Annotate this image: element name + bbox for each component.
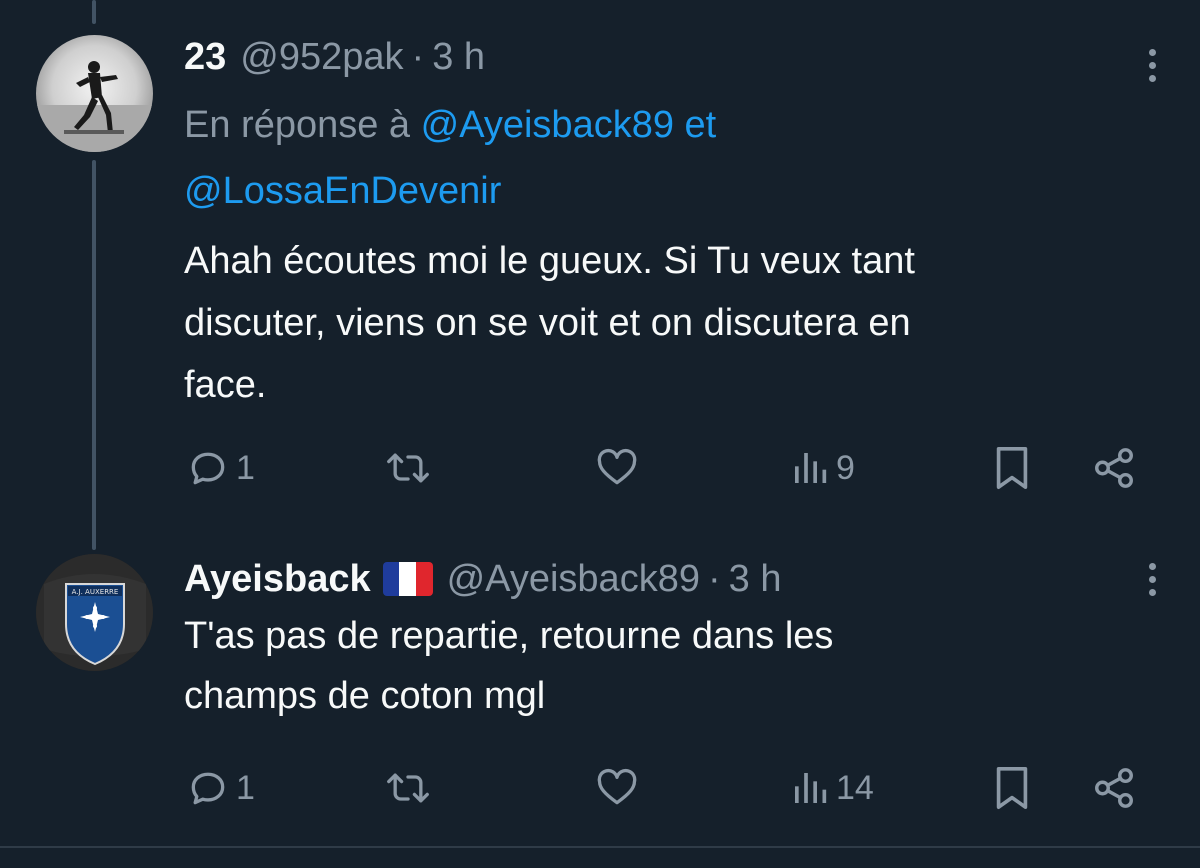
mention-link[interactable]: @Ayeisback89 [421,104,674,146]
bookmark-icon [996,447,1028,489]
tweet-text-line: face. [184,364,267,406]
retweet-button[interactable] [384,440,432,496]
reply-connector[interactable]: et [685,104,717,146]
tweet-text: Ahah écoutes moi le gueux. Si Tu veux ta… [184,230,1140,416]
reply-count: 1 [236,768,255,807]
views-icon [795,453,827,483]
more-icon[interactable] [1132,38,1172,92]
action-bar: 1 9 [186,440,1146,496]
svg-text:A.J. AUXERRE: A.J. AUXERRE [72,588,119,596]
views-button[interactable]: 9 [790,440,855,496]
timestamp[interactable]: 3 h [729,558,782,601]
separator: · [707,557,721,600]
comment-icon [191,452,225,485]
boxer-avatar-image [36,35,153,152]
like-button[interactable] [594,440,640,496]
share-button[interactable] [1090,760,1138,816]
views-button[interactable]: 14 [790,760,874,816]
more-icon[interactable] [1132,552,1172,606]
view-count: 9 [836,448,855,487]
views-icon [795,773,827,803]
share-button[interactable] [1090,440,1138,496]
tweet-header: Ayeisback @Ayeisback89 · 3 h [184,552,1140,606]
retweet-icon [387,453,429,483]
timestamp[interactable]: 3 h [432,36,485,79]
like-icon [597,768,637,805]
user-handle[interactable]: @952pak [240,36,403,79]
display-name[interactable]: 23 [184,36,226,79]
tweet-content: 23 @952pak · 3 h En réponse à @Ayeisback… [184,30,1156,416]
user-handle[interactable]: @Ayeisback89 [447,558,700,601]
retweet-icon [387,773,429,803]
share-icon [1095,448,1133,488]
reply-button[interactable]: 1 [186,440,255,496]
tweet-text-line: champs de coton mgl [184,675,546,717]
like-icon [597,448,637,485]
mention-link[interactable]: @LossaEnDevenir [184,170,501,212]
auxerre-crest-avatar-image: A.J. AUXERRE [36,554,153,671]
france-flag-icon [382,562,433,596]
separator: · [411,35,425,78]
comment-icon [191,772,225,805]
divider [0,846,1200,848]
thread-line [92,160,96,550]
bookmark-icon [996,767,1028,809]
reply-count: 1 [236,448,255,487]
action-bar: 1 14 [186,760,1146,816]
tweet-text-line: discuter, viens on se voit et on discute… [184,302,911,344]
display-name[interactable]: Ayeisback [184,558,371,601]
bookmark-button[interactable] [992,440,1032,496]
avatar[interactable]: A.J. AUXERRE [36,554,153,671]
retweet-button[interactable] [384,760,432,816]
tweet-text-line: T'as pas de repartie, retourne dans les [184,615,834,657]
tweet-content: Ayeisback @Ayeisback89 · 3 h T'as pas de… [184,552,1156,726]
bookmark-button[interactable] [992,760,1032,816]
like-button[interactable] [594,760,640,816]
tweet-text: T'as pas de repartie, retourne dans les … [184,606,1140,726]
reply-context: En réponse à @Ayeisback89 et @LossaEnDev… [184,92,1140,224]
reply-prefix: En réponse à [184,104,411,146]
avatar[interactable] [36,35,153,152]
tweet-header: 23 @952pak · 3 h [184,30,1140,84]
reply-button[interactable]: 1 [186,760,255,816]
tweet-text-line: Ahah écoutes moi le gueux. Si Tu veux ta… [184,240,915,282]
timeline: 23 @952pak · 3 h En réponse à @Ayeisback… [0,0,1200,868]
thread-line [92,0,96,24]
view-count: 14 [836,768,874,807]
share-icon [1095,768,1133,808]
